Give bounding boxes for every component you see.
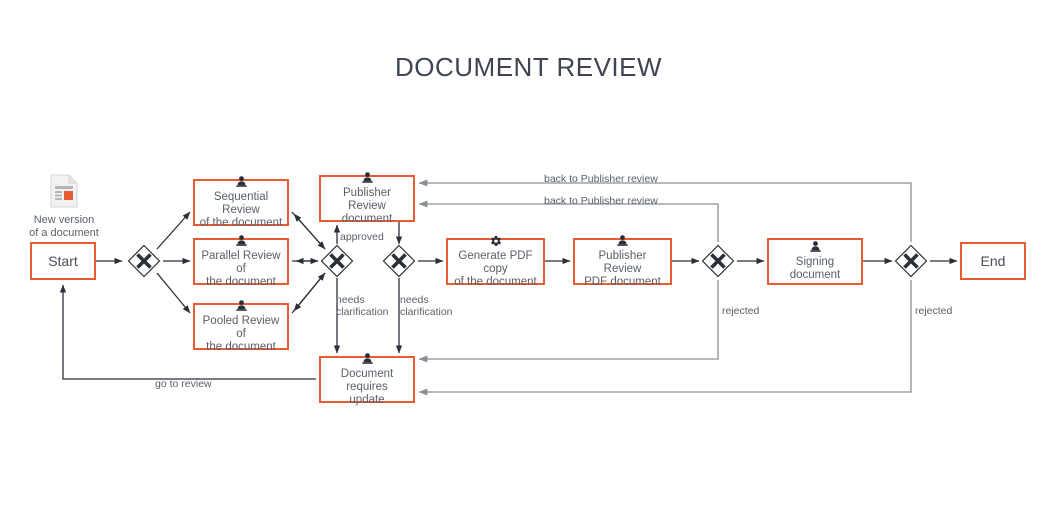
- gear-icon: [490, 235, 502, 247]
- task-node-label: Start: [48, 252, 78, 269]
- edge-label-needs-clar-2: needs clarification: [400, 294, 453, 318]
- user-icon: [361, 352, 373, 365]
- edge-gwsign-to-docupdate: [418, 280, 912, 396]
- artifact-new-version: New version of a document: [22, 174, 106, 240]
- task-node-label: Pooled Review of the document: [202, 314, 280, 353]
- edge-split-to-pooled: [156, 272, 191, 314]
- edge-label-approved: approved: [340, 231, 384, 243]
- task-node-signing[interactable]: Signing document: [767, 238, 863, 285]
- task-node-label: Generate PDF copy of the document: [454, 249, 537, 288]
- task-node-pooled[interactable]: Pooled Review of the document: [193, 299, 289, 353]
- gateway-gw-split[interactable]: [127, 244, 161, 278]
- task-node-label: Publisher Review PDF document: [584, 249, 661, 288]
- task-node-pubpdf[interactable]: Publisher Review PDF document: [573, 234, 672, 288]
- user-icon: [235, 234, 247, 247]
- diagram-canvas: DOCUMENT REVIEW New version of a documen…: [0, 0, 1057, 522]
- task-node-sequential[interactable]: Sequential Review of the document: [193, 175, 289, 229]
- artifact-caption: New version of a document: [29, 214, 99, 239]
- gateway-gw-sign[interactable]: [894, 244, 928, 278]
- task-node-start[interactable]: Start: [30, 242, 96, 280]
- task-node-label: Parallel Review of the document: [201, 249, 281, 288]
- edge-label-back-pub-2: back to Publisher review: [544, 195, 658, 207]
- edge-label-back-pub-1: back to Publisher review: [544, 173, 658, 185]
- edge-split-to-sequential: [156, 211, 191, 250]
- task-node-docupdate[interactable]: Document requires update: [319, 352, 415, 406]
- edge-join-to-pooled: [293, 272, 326, 312]
- task-node-pubreview[interactable]: Publisher Review document: [319, 171, 415, 225]
- document-icon: [50, 174, 78, 211]
- edge-label-rejected-1: rejected: [722, 305, 760, 317]
- task-node-label: End: [980, 252, 1006, 269]
- task-node-parallel[interactable]: Parallel Review of the document: [193, 234, 289, 288]
- edge-gwpdf-back-to-pubreview: [418, 200, 719, 242]
- user-icon: [235, 299, 247, 312]
- edge-label-rejected-2: rejected: [915, 305, 953, 317]
- task-node-label: Signing document: [789, 256, 841, 281]
- edge-gwsign-back-to-pubreview: [418, 179, 912, 242]
- edge-label-go-to-review: go to review: [155, 378, 212, 390]
- task-node-end[interactable]: End: [960, 242, 1026, 280]
- gateway-gw-join[interactable]: [320, 244, 354, 278]
- user-icon: [361, 171, 373, 184]
- gateway-gw-pdf[interactable]: [701, 244, 735, 278]
- edge-label-needs-clar-1: needs clarification: [336, 294, 389, 318]
- task-node-label: Sequential Review of the document: [199, 190, 283, 229]
- task-node-label: Document requires update: [340, 367, 394, 406]
- task-node-label: Publisher Review document: [341, 186, 393, 225]
- task-node-genpdf[interactable]: Generate PDF copy of the document: [446, 235, 545, 288]
- user-icon: [617, 234, 628, 247]
- gateway-gw-pub[interactable]: [382, 244, 416, 278]
- user-icon: [809, 241, 821, 253]
- user-icon: [235, 175, 247, 188]
- edge-gwpdf-to-docupdate: [418, 280, 719, 363]
